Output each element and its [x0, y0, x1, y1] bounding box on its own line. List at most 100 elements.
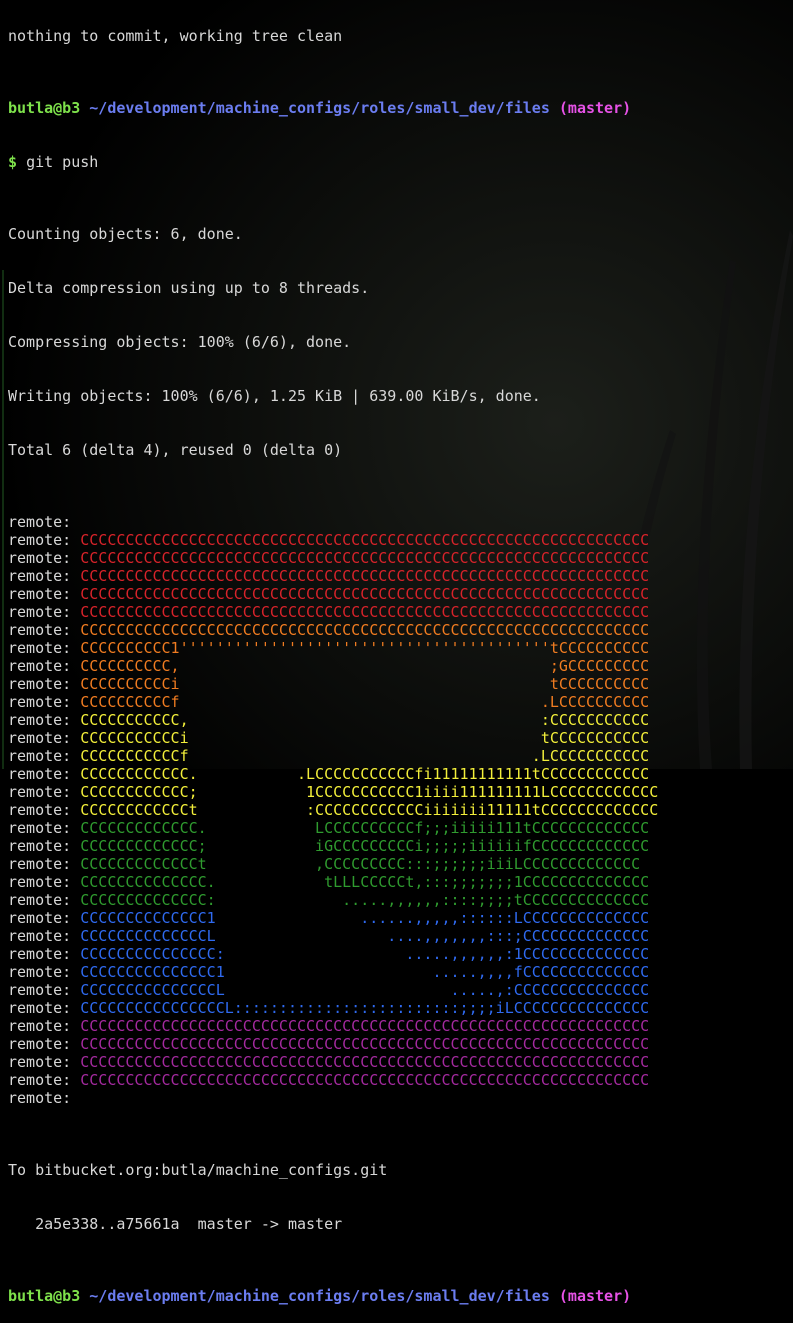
remote-line: remote: CCCCCCCCCCCCCCCL .....,:CCCCCCCC… [8, 981, 658, 999]
remote-art-text: CCCCCCCCCCCCCCL ....,,,,,,,:::;CCCCCCCCC… [80, 927, 650, 945]
remote-prefix: remote: [8, 747, 81, 765]
remote-prefix: remote: [8, 1035, 81, 1053]
remote-line: remote: CCCCCCCCCCCCt :CCCCCCCCCCCCiiiii… [8, 801, 658, 819]
remote-line: remote: CCCCCCCCCCCCCCC1 .....,,,,fCCCCC… [8, 963, 658, 981]
remote-prefix: remote: [8, 711, 81, 729]
remote-line: remote: CCCCCCCCCCf .LCCCCCCCCCC [8, 693, 658, 711]
remote-prefix: remote: [8, 657, 81, 675]
remote-art-text: CCCCCCCCCCCCCCC: .....,,,,,,:1CCCCCCCCCC… [80, 945, 650, 963]
remote-line: remote: CCCCCCCCCCCCCCCCCCCCCCCCCCCCCCCC… [8, 549, 658, 567]
remote-line: remote: CCCCCCCCCCCCCC1 ......,,,,,:::::… [8, 909, 658, 927]
remote-prefix: remote: [8, 549, 81, 567]
remote-line: remote: CCCCCCCCCCCCCCCCCCCCCCCCCCCCCCCC… [8, 603, 658, 621]
remote-line: remote: CCCCCCCCCCCCCCL ....,,,,,,,:::;C… [8, 927, 658, 945]
shell-prompt-next: butla@b3 ~/development/machine_configs/r… [8, 1287, 658, 1305]
remote-prefix: remote: [8, 1089, 81, 1107]
remote-prefix: remote: [8, 603, 81, 621]
remote-line: remote: CCCCCCCCCCCCCt ,CCCCCCCCC:::;;;;… [8, 855, 658, 873]
remote-art-text: CCCCCCCCCCCCC. LCCCCCCCCCCf;;;iiiii111tC… [80, 819, 650, 837]
remote-line: remote: CCCCCCCCCCCCCC: .....,,,,,,::::;… [8, 891, 658, 909]
remote-prefix: remote: [8, 873, 81, 891]
prompt-branch: (master) [558, 99, 632, 117]
remote-line: remote: CCCCCCCCCCCCCCCCCCCCCCCCCCCCCCCC… [8, 585, 658, 603]
remote-art-text: CCCCCCCCCCCCCCCCCCCCCCCCCCCCCCCCCCCCCCCC… [80, 621, 650, 639]
remote-line: remote: CCCCCCCCCCCCCCCCCCCCCCCCCCCCCCCC… [8, 1017, 658, 1035]
remote-prefix: remote: [8, 675, 81, 693]
remote-line: remote: CCCCCCCCCCCCCCCCCCCCCCCCCCCCCCCC… [8, 567, 658, 585]
remote-prefix: remote: [8, 531, 81, 549]
command-line: $ git push [8, 153, 658, 171]
remote-prefix: remote: [8, 1053, 81, 1071]
output-line-delta: Delta compression using up to 8 threads. [8, 279, 370, 297]
prompt-user-host: butla@b3 [8, 1287, 81, 1305]
prompt-user-host: butla@b3 [8, 99, 81, 117]
remote-line: remote: [8, 1089, 658, 1107]
shell-prompt: butla@b3 ~/development/machine_configs/r… [8, 99, 658, 117]
remote-line: remote: CCCCCCCCCCCCCCCCCCCCCCCCCCCCCCCC… [8, 1035, 658, 1053]
prompt-symbol: $ [8, 153, 18, 171]
remote-line: remote: [8, 513, 658, 531]
remote-prefix: remote: [8, 729, 81, 747]
remote-line: remote: CCCCCCCCCCCf .LCCCCCCCCCCC [8, 747, 658, 765]
remote-prefix: remote: [8, 783, 81, 801]
remote-prefix: remote: [8, 801, 81, 819]
remote-art-text: CCCCCCCCCCCCCC. tLLLCCCCCt,:::;;;;;;;1CC… [80, 873, 650, 891]
remote-line: remote: CCCCCCCCCCCCCCCCCCCCCCCCCCCCCCCC… [8, 531, 658, 549]
remote-prefix: remote: [8, 1071, 81, 1089]
output-line-writing: Writing objects: 100% (6/6), 1.25 KiB | … [8, 387, 541, 405]
remote-prefix: remote: [8, 963, 81, 981]
remote-prefix: remote: [8, 891, 81, 909]
remote-line: remote: CCCCCCCCCCCCCCC: .....,,,,,,:1CC… [8, 945, 658, 963]
remote-art-text: CCCCCCCCCCCC; 1CCCCCCCCCCC1iiii111111111… [80, 783, 659, 801]
remote-art-text: CCCCCCCCCCCCCCCCL:::::::::::::::::::::::… [80, 999, 650, 1017]
remote-art-text: CCCCCCCCCCCCCCCCCCCCCCCCCCCCCCCCCCCCCCCC… [80, 1035, 650, 1053]
remote-art-text: CCCCCCCCCC, ;GCCCCCCCCC [80, 657, 650, 675]
remote-art-text: CCCCCCCCCCC, :CCCCCCCCCCC [80, 711, 650, 729]
remote-art-text: CCCCCCCCCCCCCC: .....,,,,,,::::;;;;tCCCC… [80, 891, 650, 909]
remote-prefix: remote: [8, 945, 81, 963]
remote-prefix: remote: [8, 927, 81, 945]
remote-line: remote: CCCCCCCCCCCCC; iGCCCCCCCCCi;;;;;… [8, 837, 658, 855]
remote-line: remote: CCCCCCCCCCCCCCCCCCCCCCCCCCCCCCCC… [8, 1071, 658, 1089]
remote-line: remote: CCCCCCCCCCC, :CCCCCCCCCCC [8, 711, 658, 729]
remote-line: remote: CCCCCCCCCCCCCCCCCCCCCCCCCCCCCCCC… [8, 621, 658, 639]
remote-prefix: remote: [8, 585, 81, 603]
remote-line: remote: CCCCCCCCCCCC. .LCCCCCCCCCCCfi111… [8, 765, 658, 783]
remote-art-text: CCCCCCCCCCCCCC1 ......,,,,,::::::LCCCCCC… [80, 909, 650, 927]
remote-line: remote: CCCCCCCCCCCi tCCCCCCCCCCC [8, 729, 658, 747]
remote-art-text: CCCCCCCCCCCCCCC1 .....,,,,fCCCCCCCCCCCCC… [80, 963, 650, 981]
remote-prefix: remote: [8, 693, 81, 711]
remote-prefix: remote: [8, 567, 81, 585]
remote-line: remote: CCCCCCCCCCCC; 1CCCCCCCCCCC1iiii1… [8, 783, 658, 801]
prompt-path: ~/development/machine_configs/roles/smal… [89, 1287, 550, 1305]
remote-ascii-art: remote: remote: CCCCCCCCCCCCCCCCCCCCCCCC… [8, 513, 658, 1107]
remote-art-text: CCCCCCCCCCCCCCCCCCCCCCCCCCCCCCCCCCCCCCCC… [80, 549, 650, 567]
remote-line: remote: CCCCCCCCCCCCC. LCCCCCCCCCCf;;;ii… [8, 819, 658, 837]
output-line-destination: To bitbucket.org:butla/machine_configs.g… [8, 1161, 388, 1179]
terminal-output[interactable]: nothing to commit, working tree clean bu… [0, 0, 658, 1323]
output-line-compressing: Compressing objects: 100% (6/6), done. [8, 333, 352, 351]
remote-prefix: remote: [8, 621, 81, 639]
remote-art-text: CCCCCCCCCCCf .LCCCCCCCCCCC [80, 747, 650, 765]
remote-art-text: CCCCCCCCCCCCCCCCCCCCCCCCCCCCCCCCCCCCCCCC… [80, 603, 650, 621]
remote-art-text: CCCCCCCCCCCCCCCCCCCCCCCCCCCCCCCCCCCCCCCC… [80, 1053, 650, 1071]
remote-prefix: remote: [8, 513, 81, 531]
remote-prefix: remote: [8, 855, 81, 873]
remote-line: remote: CCCCCCCCCC1'''''''''''''''''''''… [8, 639, 658, 657]
remote-art-text: CCCCCCCCCCCCCCCCCCCCCCCCCCCCCCCCCCCCCCCC… [80, 585, 650, 603]
remote-art-text: CCCCCCCCCCCCCCCCCCCCCCCCCCCCCCCCCCCCCCCC… [80, 567, 650, 585]
prompt-branch: (master) [558, 1287, 632, 1305]
output-line-counting: Counting objects: 6, done. [8, 225, 243, 243]
remote-art-text: CCCCCCCCCCCCt :CCCCCCCCCCCCiiiiiii11111t… [80, 801, 659, 819]
output-line-ref-update: 2a5e338..a75661a master -> master [8, 1215, 343, 1233]
remote-prefix: remote: [8, 981, 81, 999]
remote-line: remote: CCCCCCCCCCCCCCCCCCCCCCCCCCCCCCCC… [8, 1053, 658, 1071]
remote-prefix: remote: [8, 909, 81, 927]
remote-art-text: CCCCCCCCCC1'''''''''''''''''''''''''''''… [80, 639, 650, 657]
remote-art-text: CCCCCCCCCCCCCCCCCCCCCCCCCCCCCCCCCCCCCCCC… [80, 531, 650, 549]
remote-prefix: remote: [8, 819, 81, 837]
remote-art-text: CCCCCCCCCCCCC; iGCCCCCCCCCi;;;;;iiiiiifC… [80, 837, 650, 855]
remote-art-text: CCCCCCCCCCCCCCCCCCCCCCCCCCCCCCCCCCCCCCCC… [80, 1071, 650, 1089]
command-text: git push [26, 153, 99, 171]
remote-prefix: remote: [8, 639, 81, 657]
